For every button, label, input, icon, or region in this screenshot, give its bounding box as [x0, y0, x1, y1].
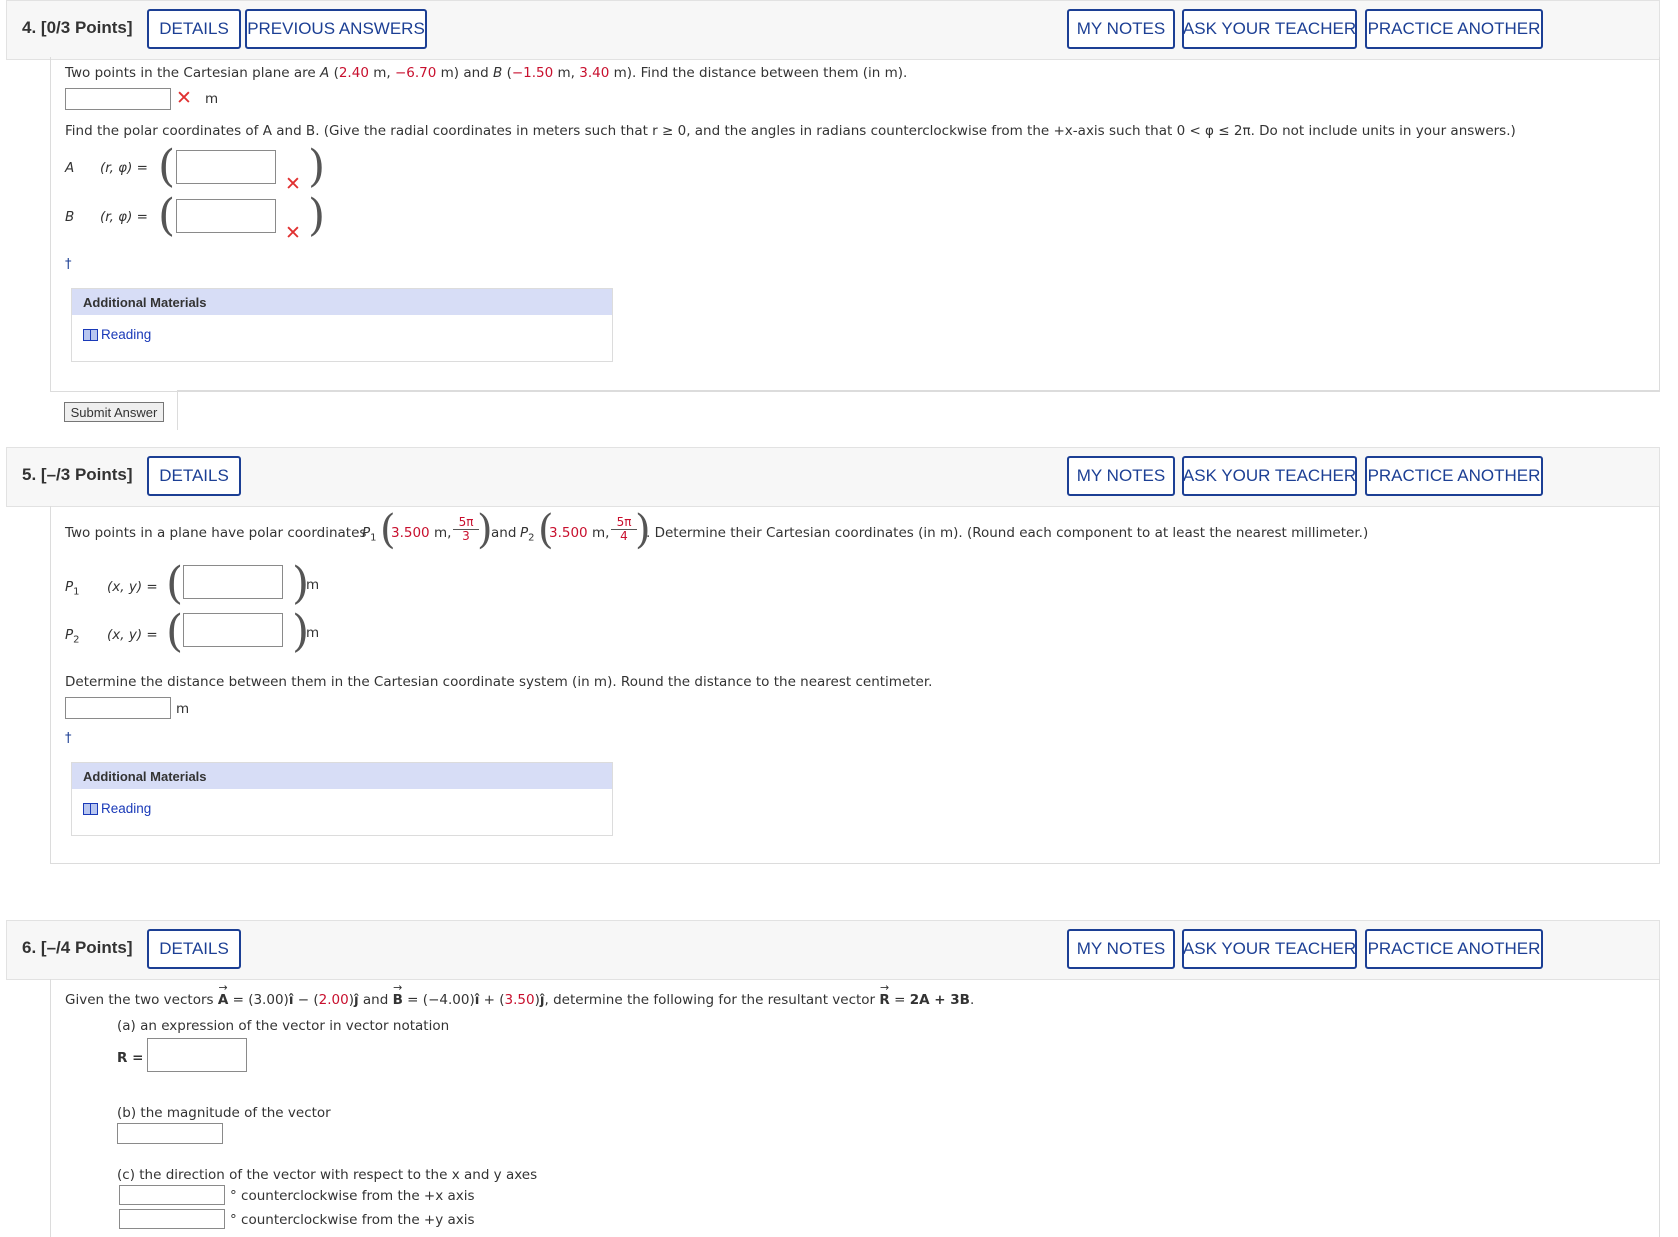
q4-footnote-dagger: †: [65, 257, 72, 272]
q4-ask-teacher-button[interactable]: ASK YOUR TEACHER: [1182, 9, 1357, 49]
q4-submit-divider: [177, 390, 1660, 391]
q5-p2-xy-input[interactable]: [183, 613, 283, 647]
q5-p1-label: P1: [362, 525, 377, 544]
q4-reading-link[interactable]: Reading: [72, 315, 612, 354]
q6-part-b-label: (b) the magnitude of the vector: [117, 1105, 331, 1121]
q5-and: and: [491, 525, 517, 541]
q4-prompt: Two points in the Cartesian plane are A …: [65, 65, 908, 81]
q5-my-notes-button[interactable]: MY NOTES: [1067, 456, 1175, 496]
q5-prompt-end: . Determine their Cartesian coordinates …: [646, 525, 1369, 541]
book-icon: [83, 328, 98, 341]
q4-distance-unit: m: [205, 91, 219, 107]
q4-practice-another-button[interactable]: PRACTICE ANOTHER: [1365, 9, 1543, 49]
q5-row1-left-paren: (: [166, 558, 184, 609]
q4-b-rphi-label: (r, φ) =: [100, 209, 148, 225]
q6-my-notes-button[interactable]: MY NOTES: [1067, 929, 1175, 969]
q5-practice-another-button[interactable]: PRACTICE ANOTHER: [1365, 456, 1543, 496]
q4-a-rphi-label: (r, φ) =: [100, 160, 148, 176]
q6-practice-another-button[interactable]: PRACTICE ANOTHER: [1365, 929, 1543, 969]
q4-additional-materials-title: Additional Materials: [72, 289, 612, 315]
q6-angle-x-label: ° counterclockwise from the +x axis: [230, 1188, 475, 1204]
q6-angle-x-input[interactable]: [119, 1185, 225, 1205]
q4-label-b: B: [65, 209, 75, 225]
q4-a-polar-input[interactable]: [176, 150, 276, 184]
q6-part-a-label: (a) an expression of the vector in vecto…: [117, 1018, 450, 1034]
q4-b-right-paren: ): [308, 190, 326, 241]
q6-angle-y-input[interactable]: [119, 1209, 225, 1229]
q5-distance-unit: m: [176, 701, 190, 717]
q5-title: 5. [–/3 Points]: [22, 465, 133, 484]
q6-ask-teacher-button[interactable]: ASK YOUR TEACHER: [1182, 929, 1357, 969]
q4-b-left-paren: (: [158, 190, 176, 241]
q5-p1-radius: 3.500 m,: [391, 525, 452, 541]
q5-additional-materials-title: Additional Materials: [72, 763, 612, 789]
q5-footnote-dagger: †: [65, 731, 72, 746]
q4-b-polar-input[interactable]: [176, 199, 276, 233]
q4-additional-materials: Additional Materials Reading: [71, 288, 613, 362]
q4-header: 4. [0/3 Points] DETAILS PREVIOUS ANSWERS…: [6, 0, 1660, 60]
q6-vector-notation-input[interactable]: [147, 1038, 247, 1072]
q5-header: 5. [–/3 Points] DETAILS MY NOTES ASK YOU…: [6, 447, 1660, 507]
q4-reading-label: Reading: [101, 327, 152, 342]
q4-distance-wrong-icon: ✕: [176, 87, 192, 109]
q5-p2-angle: 5π 4: [611, 515, 637, 543]
q5-p1-angle: 5π 3: [453, 515, 479, 543]
q5-p2-radius: 3.500 m,: [549, 525, 610, 541]
q5-reading-label: Reading: [101, 801, 152, 816]
q5-row2-xy-label: (x, y) =: [107, 627, 158, 643]
q6-r-equals-label: R =: [117, 1050, 144, 1066]
q5-prompt-start: Two points in a plane have polar coordin…: [65, 525, 367, 541]
q4-submit-divider-v: [177, 390, 178, 430]
q5-p2-label: P2: [520, 525, 535, 544]
q4-title: 4. [0/3 Points]: [22, 18, 133, 37]
q4-polar-prompt: Find the polar coordinates of A and B. (…: [65, 123, 1516, 139]
q5-row2-label: P2: [65, 627, 80, 646]
q5-distance-prompt: Determine the distance between them in t…: [65, 674, 933, 690]
q6-header: 6. [–/4 Points] DETAILS MY NOTES ASK YOU…: [6, 920, 1660, 980]
q4-submit-answer-button[interactable]: Submit Answer: [64, 402, 164, 422]
q4-a-wrong-icon: ✕: [285, 173, 301, 195]
q5-ask-teacher-button[interactable]: ASK YOUR TEACHER: [1182, 456, 1357, 496]
q4-distance-input[interactable]: [65, 88, 171, 110]
q5-row2-unit: m: [306, 625, 320, 641]
q5-p1-xy-input[interactable]: [183, 565, 283, 599]
q5-details-button[interactable]: DETAILS: [147, 456, 241, 496]
q6-prompt: Given the two vectors A = (3.00)î − (2.0…: [65, 992, 974, 1008]
q6-details-button[interactable]: DETAILS: [147, 929, 241, 969]
q5-reading-link[interactable]: Reading: [72, 789, 612, 828]
q5-row1-label: P1: [65, 579, 80, 598]
q6-magnitude-input[interactable]: [117, 1123, 223, 1144]
q4-previous-answers-button[interactable]: PREVIOUS ANSWERS: [245, 9, 427, 49]
q4-a-right-paren: ): [308, 141, 326, 192]
q5-additional-materials: Additional Materials Reading: [71, 762, 613, 836]
q4-details-button[interactable]: DETAILS: [147, 9, 241, 49]
q5-row1-xy-label: (x, y) =: [107, 579, 158, 595]
q6-title: 6. [–/4 Points]: [22, 938, 133, 957]
q5-distance-input[interactable]: [65, 697, 171, 719]
q4-label-a: A: [65, 160, 75, 176]
q4-my-notes-button[interactable]: MY NOTES: [1067, 9, 1175, 49]
q6-angle-y-label: ° counterclockwise from the +y axis: [230, 1212, 475, 1228]
q4-a-left-paren: (: [158, 141, 176, 192]
q5-row2-left-paren: (: [166, 606, 184, 657]
book-icon: [83, 802, 98, 815]
q5-row1-unit: m: [306, 577, 320, 593]
q4-b-wrong-icon: ✕: [285, 222, 301, 244]
q6-part-c-label: (c) the direction of the vector with res…: [117, 1167, 538, 1183]
